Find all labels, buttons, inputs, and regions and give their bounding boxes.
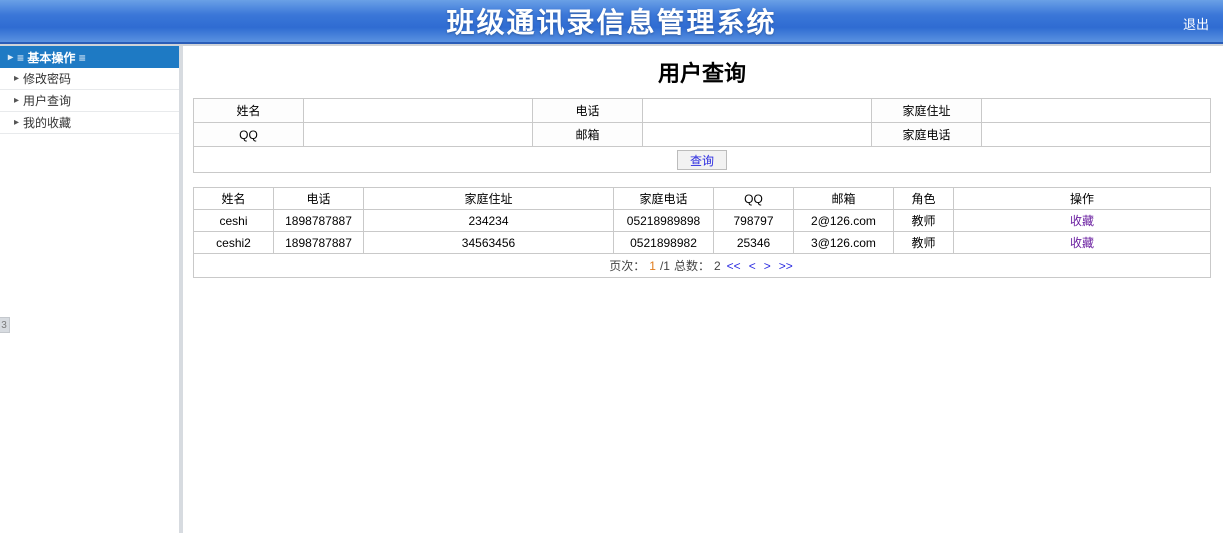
app-title: 班级通讯录信息管理系统	[446, 1, 776, 41]
input-email[interactable]	[649, 126, 865, 144]
th-email: 邮箱	[794, 188, 894, 210]
favorite-link[interactable]: 收藏	[954, 232, 1211, 254]
cell-address: 34563456	[364, 232, 614, 254]
cell-role: 教师	[894, 210, 954, 232]
pager-prev[interactable]: <	[747, 259, 758, 273]
page-title: 用户查询	[193, 56, 1211, 88]
pager-current: 1	[649, 259, 656, 273]
th-address: 家庭住址	[364, 188, 614, 210]
favorite-link[interactable]: 收藏	[954, 210, 1211, 232]
logout-link[interactable]: 退出	[1183, 14, 1209, 33]
label-address: 家庭住址	[872, 99, 982, 123]
th-phone: 电话	[274, 188, 364, 210]
cell-name: ceshi2	[194, 232, 274, 254]
th-name: 姓名	[194, 188, 274, 210]
sidebar-item-user-query[interactable]: 用户查询	[0, 90, 179, 112]
cell-email: 2@126.com	[794, 210, 894, 232]
search-button[interactable]: 查询	[677, 150, 727, 170]
sidebar-item-my-favorites[interactable]: 我的收藏	[0, 112, 179, 134]
pager-next[interactable]: >	[762, 259, 773, 273]
input-homephone[interactable]	[988, 126, 1204, 144]
cell-phone: 1898787887	[274, 232, 364, 254]
pager-prefix: 页次：	[609, 257, 645, 274]
cell-name: ceshi	[194, 210, 274, 232]
th-homephone: 家庭电话	[614, 188, 714, 210]
cell-homephone: 05218989898	[614, 210, 714, 232]
th-qq: QQ	[714, 188, 794, 210]
sidebar-item-label: 我的收藏	[23, 114, 71, 131]
pager-last[interactable]: >>	[777, 259, 795, 273]
label-email: 邮箱	[533, 123, 643, 147]
sidebar: ≡ 基本操作 ≡ 修改密码 用户查询 我的收藏 3	[0, 46, 183, 533]
th-role: 角色	[894, 188, 954, 210]
label-phone: 电话	[533, 99, 643, 123]
sidebar-group-basic[interactable]: ≡ 基本操作 ≡	[0, 46, 179, 68]
sidebar-item-label: 修改密码	[23, 70, 71, 87]
cell-address: 234234	[364, 210, 614, 232]
input-address[interactable]	[988, 102, 1204, 120]
main-content: 用户查询 姓名 电话 家庭住址 QQ 邮箱 家庭电话	[183, 46, 1223, 533]
sidebar-collapse-handle[interactable]: 3	[0, 317, 10, 333]
th-action: 操作	[954, 188, 1211, 210]
cell-email: 3@126.com	[794, 232, 894, 254]
search-form: 姓名 电话 家庭住址 QQ 邮箱 家庭电话 查询	[193, 98, 1211, 173]
label-qq: QQ	[194, 123, 304, 147]
label-name: 姓名	[194, 99, 304, 123]
input-name[interactable]	[310, 102, 526, 120]
table-header-row: 姓名 电话 家庭住址 家庭电话 QQ 邮箱 角色 操作	[194, 188, 1211, 210]
table-row: ceshi2 1898787887 34563456 0521898982 25…	[194, 232, 1211, 254]
pager-total: 2	[714, 259, 721, 273]
sidebar-item-change-password[interactable]: 修改密码	[0, 68, 179, 90]
label-homephone: 家庭电话	[872, 123, 982, 147]
cell-role: 教师	[894, 232, 954, 254]
cell-qq: 25346	[714, 232, 794, 254]
pager-sep: /1	[660, 259, 670, 273]
sidebar-item-label: 用户查询	[23, 92, 71, 109]
pager-first[interactable]: <<	[725, 259, 743, 273]
cell-qq: 798797	[714, 210, 794, 232]
cell-homephone: 0521898982	[614, 232, 714, 254]
results-table: 姓名 电话 家庭住址 家庭电话 QQ 邮箱 角色 操作 ceshi 189878…	[193, 187, 1211, 254]
cell-phone: 1898787887	[274, 210, 364, 232]
app-header: 班级通讯录信息管理系统 退出	[0, 0, 1223, 44]
pager: 页次： 1 /1 总数： 2 << < > >>	[193, 254, 1211, 278]
input-qq[interactable]	[310, 126, 526, 144]
table-row: ceshi 1898787887 234234 05218989898 7987…	[194, 210, 1211, 232]
input-phone[interactable]	[649, 102, 865, 120]
pager-total-label: 总数：	[674, 257, 710, 274]
